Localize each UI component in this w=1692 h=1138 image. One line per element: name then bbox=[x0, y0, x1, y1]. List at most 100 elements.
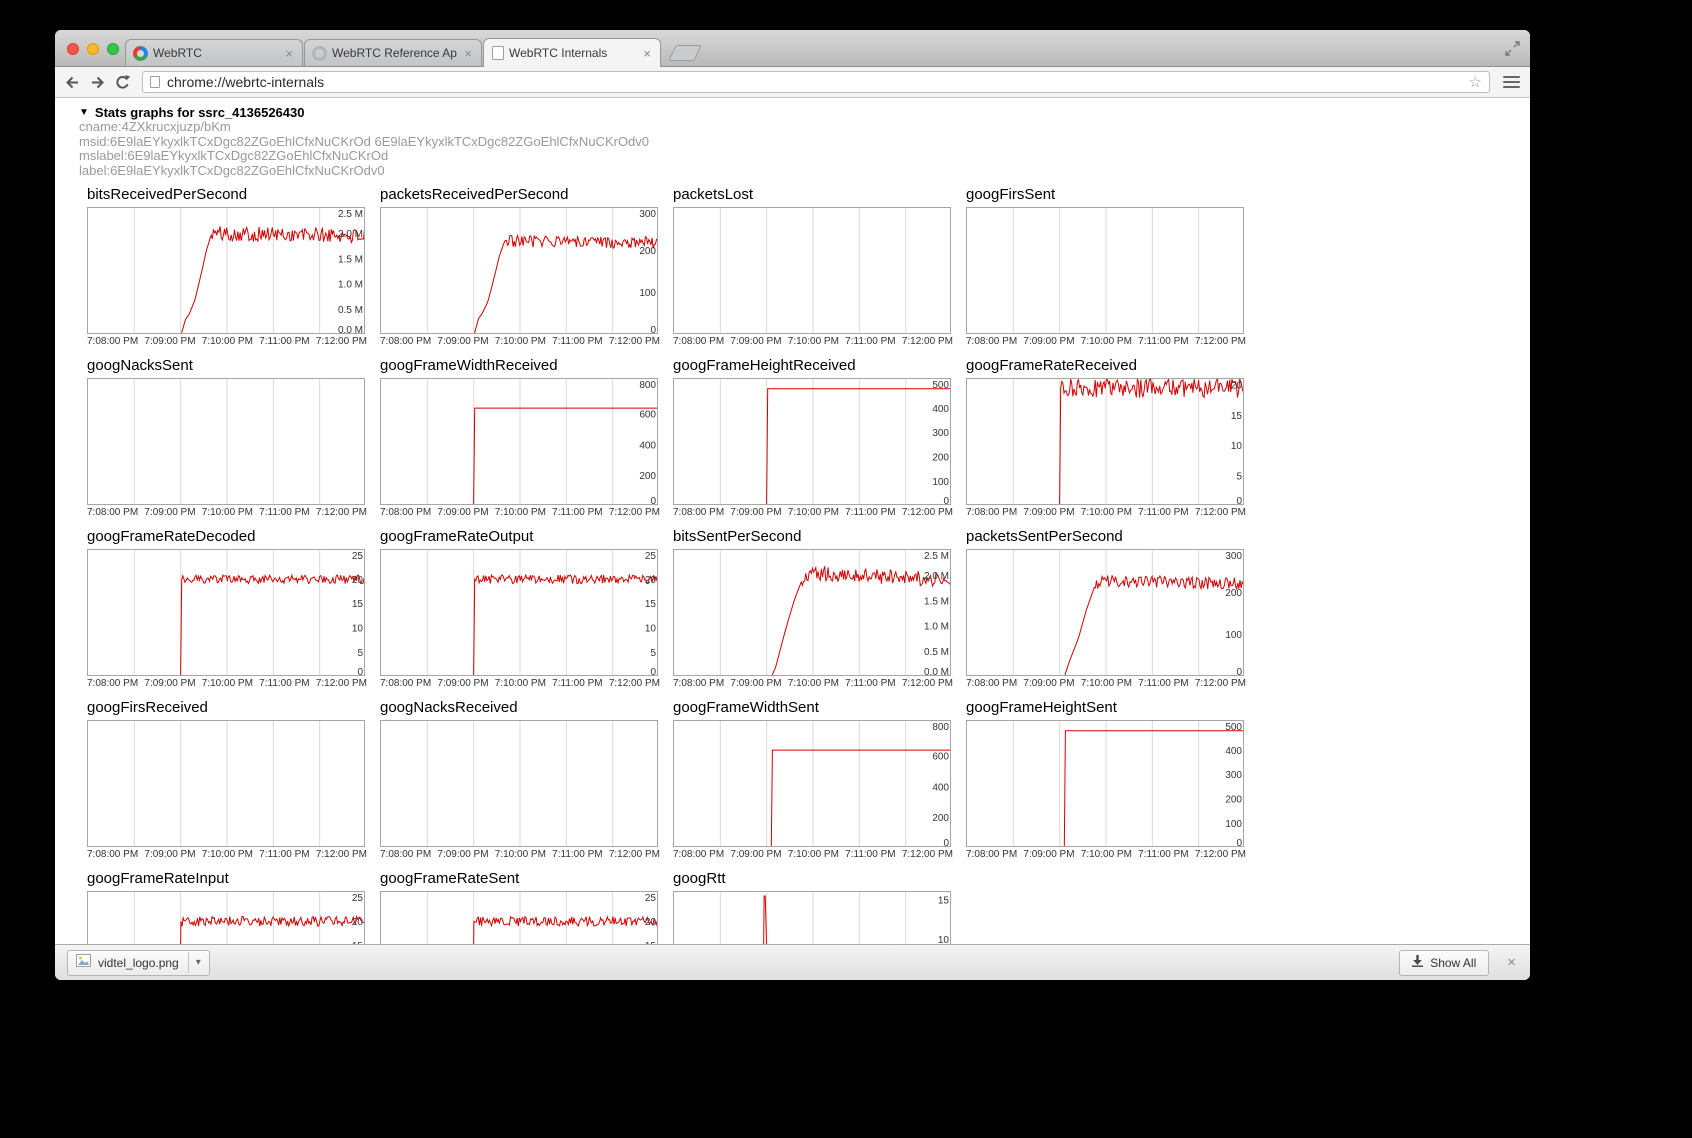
chart-packetsSentPerSecond: packetsSentPerSecond30020010007:08:00 PM… bbox=[966, 528, 1246, 690]
chart-title: googRtt bbox=[673, 870, 953, 891]
x-axis-label: 7:10:00 PM bbox=[495, 678, 546, 690]
x-axis-labels: 7:08:00 PM7:09:00 PM7:10:00 PM7:11:00 PM… bbox=[87, 507, 367, 519]
chart-plot: 5004003002001000 bbox=[673, 378, 951, 505]
x-axis-label: 7:08:00 PM bbox=[380, 336, 431, 348]
y-axis-tick: 10 bbox=[352, 624, 364, 635]
x-axis-label: 7:11:00 PM bbox=[845, 507, 895, 519]
x-axis-label: 7:10:00 PM bbox=[1081, 336, 1132, 348]
y-axis-tick: 2.5 M bbox=[338, 209, 363, 220]
x-axis-label: 7:09:00 PM bbox=[730, 507, 781, 519]
download-menu-arrow-icon[interactable]: ▾ bbox=[188, 952, 203, 973]
y-axis-tick: 200 bbox=[639, 246, 656, 257]
stats-graphs-header[interactable]: ▼ Stats graphs for ssrc_4136526430 bbox=[79, 105, 1530, 120]
page-icon bbox=[150, 76, 160, 88]
x-axis-labels: 7:08:00 PM7:09:00 PM7:10:00 PM7:11:00 PM… bbox=[380, 507, 660, 519]
y-axis-tick: 500 bbox=[1225, 722, 1242, 733]
window-controls bbox=[67, 43, 119, 55]
x-axis-labels: 7:08:00 PM7:09:00 PM7:10:00 PM7:11:00 PM… bbox=[87, 678, 367, 690]
x-axis-label: 7:10:00 PM bbox=[1081, 849, 1132, 861]
x-axis-label: 7:10:00 PM bbox=[788, 507, 839, 519]
x-axis-label: 7:09:00 PM bbox=[437, 849, 488, 861]
chart-googFrameRateInput: googFrameRateInput25201510507:08:00 PM7:… bbox=[87, 870, 367, 944]
y-axis-tick: 200 bbox=[932, 813, 949, 824]
x-axis-labels: 7:08:00 PM7:09:00 PM7:10:00 PM7:11:00 PM… bbox=[380, 849, 660, 861]
y-axis-tick: 200 bbox=[1225, 795, 1242, 806]
chart-plot bbox=[380, 720, 658, 847]
chart-googNacksReceived: googNacksReceived7:08:00 PM7:09:00 PM7:1… bbox=[380, 699, 660, 861]
y-axis-tick: 100 bbox=[639, 288, 656, 299]
chart-plot: 2520151050 bbox=[87, 891, 365, 944]
webrtc-logo-icon bbox=[133, 46, 148, 61]
y-axis-tick: 1.5 M bbox=[338, 254, 363, 265]
y-axis-tick: 0.5 M bbox=[338, 305, 363, 316]
new-tab-button[interactable] bbox=[668, 45, 701, 61]
tab-webrtc-reference-app[interactable]: WebRTC Reference App × bbox=[304, 39, 482, 66]
chart-googFrameRateSent: googFrameRateSent25201510507:08:00 PM7:0… bbox=[380, 870, 660, 944]
chart-googFrameWidthReceived: googFrameWidthReceived80060040020007:08:… bbox=[380, 357, 660, 519]
y-axis-tick: 20 bbox=[352, 917, 364, 928]
x-axis-label: 7:08:00 PM bbox=[673, 507, 724, 519]
download-arrow-icon bbox=[1412, 955, 1423, 970]
y-axis-tick: 25 bbox=[645, 893, 657, 904]
chart-title: googFrameRateOutput bbox=[380, 528, 660, 549]
bookmark-star-icon[interactable]: ☆ bbox=[1469, 75, 1482, 90]
x-axis-label: 7:10:00 PM bbox=[202, 678, 253, 690]
y-axis-tick: 0.5 M bbox=[924, 647, 949, 658]
x-axis-label: 7:09:00 PM bbox=[437, 507, 488, 519]
tab-strip: WebRTC × WebRTC Reference App × WebRTC I… bbox=[125, 37, 698, 67]
y-axis-tick: 15 bbox=[938, 895, 950, 906]
x-axis-label: 7:11:00 PM bbox=[1138, 678, 1188, 690]
x-axis-label: 7:12:00 PM bbox=[609, 678, 660, 690]
back-button[interactable] bbox=[63, 73, 81, 91]
y-axis-tick: 0 bbox=[1236, 838, 1242, 847]
chart-plot bbox=[966, 207, 1244, 334]
chart-title: googFrameWidthReceived bbox=[380, 357, 660, 378]
y-axis-tick: 300 bbox=[639, 209, 656, 220]
download-item[interactable]: vidtel_logo.png ▾ bbox=[67, 950, 210, 976]
reload-button[interactable] bbox=[113, 73, 131, 91]
tab-close-icon[interactable]: × bbox=[641, 47, 653, 60]
fullscreen-icon[interactable] bbox=[1505, 41, 1520, 61]
omnibox[interactable]: chrome://webrtc-internals ☆ bbox=[142, 71, 1490, 93]
forward-button[interactable] bbox=[88, 73, 106, 91]
chart-packetsLost: packetsLost7:08:00 PM7:09:00 PM7:10:00 P… bbox=[673, 186, 953, 348]
tab-webrtc[interactable]: WebRTC × bbox=[125, 39, 303, 66]
y-axis-tick: 5 bbox=[1236, 471, 1242, 482]
chart-googFirsReceived: googFirsReceived7:08:00 PM7:09:00 PM7:10… bbox=[87, 699, 367, 861]
x-axis-label: 7:12:00 PM bbox=[902, 849, 953, 861]
chart-googFrameHeightReceived: googFrameHeightReceived50040030020010007… bbox=[673, 357, 953, 519]
menu-icon[interactable] bbox=[1501, 74, 1522, 90]
shelf-close-icon[interactable]: × bbox=[1505, 954, 1518, 971]
y-axis-tick: 600 bbox=[639, 410, 656, 421]
x-axis-label: 7:12:00 PM bbox=[902, 507, 953, 519]
stat-msid: msid:6E9laEYkyxlkTCxDgc82ZGoEhlCfxNuCKrO… bbox=[79, 135, 1530, 150]
chart-title: googFrameRateInput bbox=[87, 870, 367, 891]
x-axis-label: 7:11:00 PM bbox=[552, 336, 602, 348]
y-axis-tick: 400 bbox=[1225, 746, 1242, 757]
y-axis-tick: 1.0 M bbox=[338, 280, 363, 291]
y-axis-tick: 25 bbox=[645, 551, 657, 562]
y-axis-tick: 5 bbox=[357, 648, 363, 659]
tab-webrtc-internals[interactable]: WebRTC Internals × bbox=[483, 38, 661, 67]
apprtc-icon bbox=[312, 46, 327, 61]
y-axis-tick: 15 bbox=[352, 599, 364, 610]
x-axis-label: 7:11:00 PM bbox=[259, 849, 309, 861]
window-minimize-button[interactable] bbox=[87, 43, 99, 55]
x-axis-label: 7:08:00 PM bbox=[673, 336, 724, 348]
window-close-button[interactable] bbox=[67, 43, 79, 55]
x-axis-labels: 7:08:00 PM7:09:00 PM7:10:00 PM7:11:00 PM… bbox=[966, 336, 1246, 348]
tab-close-icon[interactable]: × bbox=[462, 47, 474, 60]
window-zoom-button[interactable] bbox=[107, 43, 119, 55]
y-axis-tick: 0 bbox=[650, 496, 656, 505]
titlebar: WebRTC × WebRTC Reference App × WebRTC I… bbox=[55, 30, 1530, 67]
x-axis-labels: 7:08:00 PM7:09:00 PM7:10:00 PM7:11:00 PM… bbox=[673, 849, 953, 861]
tab-close-icon[interactable]: × bbox=[283, 47, 295, 60]
chart-title: googFirsSent bbox=[966, 186, 1246, 207]
x-axis-label: 7:10:00 PM bbox=[202, 849, 253, 861]
show-all-button[interactable]: Show All bbox=[1399, 950, 1489, 976]
chart-googFrameWidthSent: googFrameWidthSent80060040020007:08:00 P… bbox=[673, 699, 953, 861]
toolbar: chrome://webrtc-internals ☆ bbox=[55, 67, 1530, 98]
y-axis-tick: 20 bbox=[645, 917, 657, 928]
x-axis-label: 7:10:00 PM bbox=[788, 849, 839, 861]
x-axis-label: 7:12:00 PM bbox=[902, 678, 953, 690]
